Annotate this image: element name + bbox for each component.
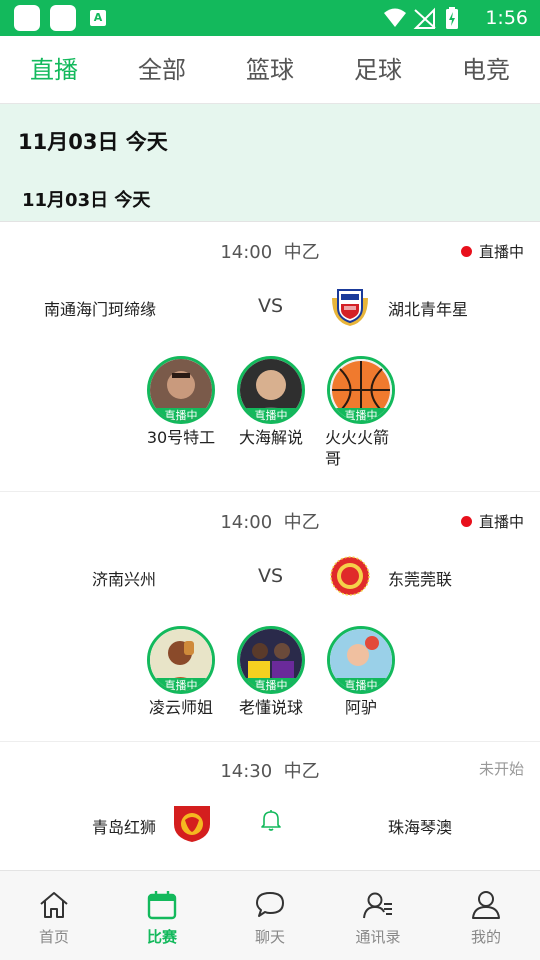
team-crest-icon [332,289,368,326]
live-badge: 直播中 [334,678,388,691]
app-notification-icon: A [90,10,106,26]
nav-label: 比赛 [146,928,177,946]
live-dot-icon [460,516,472,527]
away-team: 珠海琴澳 [388,818,453,837]
tab-basketball[interactable]: 篮球 [216,36,324,104]
match-card[interactable]: 14:00 中乙 直播中 南通海门珂缔缘 VS 湖北青年星 直播中 30号特工 … [0,222,540,492]
live-badge: 直播中 [334,408,388,421]
nav-label: 我的 [470,928,501,946]
anchor-card[interactable]: 直播中 30号特工 [136,356,226,448]
avatar: 直播中 [237,626,305,694]
live-badge: 直播中 [154,408,208,421]
category-tabs: 直播 全部 篮球 足球 电竞 [0,36,540,104]
match-time: 14:30 [220,761,273,782]
nav-chat[interactable]: 聊天 [216,871,324,960]
nav-label: 通讯录 [355,928,401,946]
live-badge: 直播中 [154,678,208,691]
nav-matches[interactable]: 比赛 [108,871,216,960]
nav-label: 聊天 [254,928,285,946]
match-time-league: 14:30 中乙 [0,757,540,783]
clock: 1:56 [485,7,528,29]
team-crest-icon [174,806,210,842]
nav-contacts[interactable]: 通讯录 [324,871,432,960]
anchor-card[interactable]: 直播中 火火火箭哥 [316,356,406,469]
match-time-league: 14:00 中乙 [0,238,540,264]
avatar: 直播中 [237,356,305,424]
tab-football[interactable]: 足球 [324,36,432,104]
status-label: 直播中 [478,243,524,261]
home-icon [40,892,68,918]
system-status-icons [384,7,458,29]
live-status: 直播中 [460,241,524,262]
avatar: 直播中 [327,626,395,694]
match-time-league: 14:00 中乙 [0,508,540,534]
team-crest-icon [330,556,370,596]
vs-label: VS [258,565,284,587]
live-badge: 直播中 [244,678,298,691]
away-team: 湖北青年星 [388,300,469,319]
anchor-name: 大海解说 [238,428,303,447]
anchor-card[interactable]: 直播中 大海解说 [226,356,316,448]
anchor-card[interactable]: 直播中 老懂说球 [226,626,316,718]
anchor-card[interactable]: 直播中 阿驴 [316,626,406,718]
tab-esports[interactable]: 电竞 [432,36,540,104]
chat-bubble-icon [256,892,284,917]
home-team: 青岛红狮 [91,818,156,837]
bell-icon[interactable] [260,808,282,832]
anchor-name: 火火火箭哥 [325,428,390,468]
avatar: 直播中 [327,356,395,424]
anchor-card[interactable]: 直播中 凌云师姐 [136,626,226,718]
match-card[interactable]: 14:00 中乙 直播中 济南兴州 VS 东莞莞联 直播中 凌云师姐 直播中 老… [0,492,540,742]
match-time: 14:00 [220,242,273,263]
section-date-label: 11月03日 今天 [22,190,151,211]
tab-all[interactable]: 全部 [108,36,216,104]
anchor-name: 30号特工 [146,428,216,447]
home-team: 南通海门珂缔缘 [43,300,156,319]
away-team: 东莞莞联 [388,570,453,589]
live-status: 直播中 [460,511,524,532]
home-team: 济南兴州 [91,570,156,589]
tab-live[interactable]: 直播 [0,36,108,104]
avatar: 直播中 [147,626,215,694]
match-card[interactable]: 14:30 中乙 未开始 青岛红狮 珠海琴澳 [0,742,540,870]
match-league: 中乙 [283,512,320,533]
notification-icon [14,5,40,31]
date-header: 11月03日 今天 11月03日 今天 [0,104,540,222]
match-status: 未开始 [478,760,524,778]
live-dot-icon [460,246,472,257]
anchor-name: 老懂说球 [238,698,303,717]
status-bar: A 1:56 [0,0,540,36]
sticky-date-label: 11月03日 今天 [18,130,168,154]
status-label: 直播中 [478,513,524,531]
anchor-name: 凌云师姐 [148,698,213,717]
user-icon [472,891,500,919]
nav-profile[interactable]: 我的 [432,871,540,960]
live-badge: 直播中 [244,408,298,421]
nav-label: 首页 [38,928,69,946]
anchor-name: 阿驴 [344,698,377,717]
match-league: 中乙 [283,242,320,263]
avatar: 直播中 [147,356,215,424]
notification-icon [50,5,76,31]
match-league: 中乙 [283,761,320,782]
match-time: 14:00 [220,512,273,533]
vs-label: VS [258,295,284,317]
calendar-icon [147,891,177,920]
contacts-icon [363,892,392,919]
nav-home[interactable]: 首页 [0,871,108,960]
bottom-navigation: 首页 比赛 聊天 通讯录 我的 [0,870,540,960]
